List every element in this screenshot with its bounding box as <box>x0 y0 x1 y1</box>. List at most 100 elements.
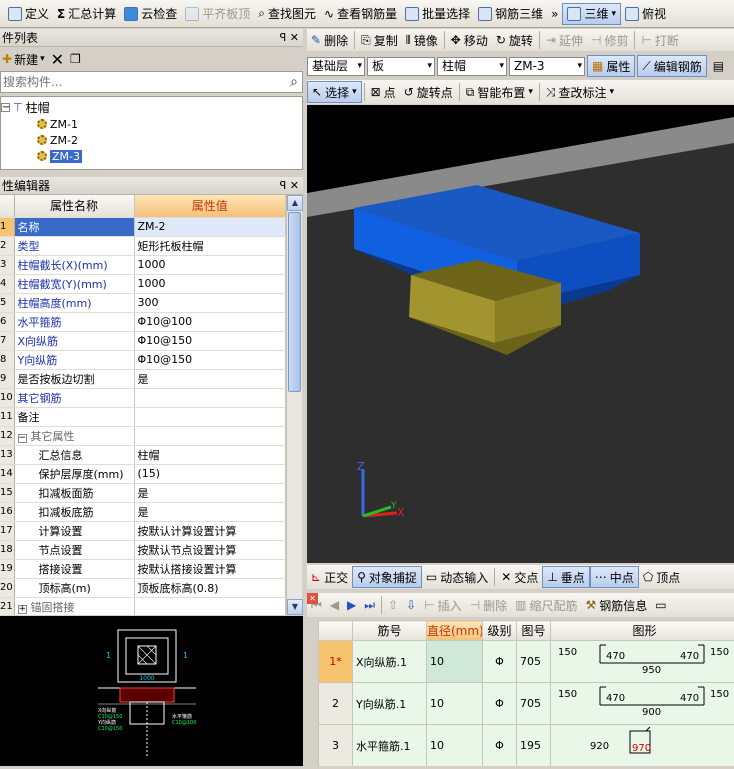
rebar-grade[interactable]: Φ <box>483 641 517 683</box>
scroll-thumb[interactable] <box>288 212 301 392</box>
flush-slab-top-button[interactable]: 平齐板顶 <box>181 3 254 25</box>
property-value[interactable]: 是 <box>134 483 286 502</box>
property-row[interactable]: 11备注 <box>0 407 286 426</box>
smart-layout-button[interactable]: ⧉智能布置▾ <box>462 81 537 103</box>
next-record-button[interactable]: ▶ <box>343 594 360 616</box>
property-value[interactable]: Φ10@100 <box>134 312 286 331</box>
rebar-shape[interactable]: 920970 <box>551 725 734 767</box>
intersection-snap-button[interactable]: ✕交点 <box>497 566 542 588</box>
rebar-diameter[interactable]: 10 <box>427 641 483 683</box>
property-value[interactable]: ZM-2 <box>134 217 286 236</box>
scroll-down-icon[interactable]: ▼ <box>287 599 303 615</box>
tree-item-zm1[interactable]: ZM-1 <box>37 116 78 132</box>
summary-calc-button[interactable]: Σ汇总计算 <box>53 3 120 25</box>
rebar-shape-code[interactable]: 705 <box>517 683 551 725</box>
property-value[interactable] <box>134 597 286 615</box>
rebar-shape[interactable]: 150470900470150 <box>551 683 734 725</box>
property-value[interactable]: Φ10@150 <box>134 331 286 350</box>
toolbar-more-button[interactable]: » <box>547 3 562 25</box>
property-row[interactable]: 15扣减板面筋是 <box>0 483 286 502</box>
rebar-bar-name[interactable]: Y向纵筋.1 <box>353 683 427 725</box>
scroll-up-icon[interactable]: ▲ <box>287 195 303 211</box>
property-row[interactable]: 14保护层厚度(mm)(15) <box>0 464 286 483</box>
property-row[interactable]: 19搭接设置按默认搭接设置计算 <box>0 559 286 578</box>
close-icon[interactable]: ✕ <box>290 179 299 192</box>
rebar-grade[interactable]: Φ <box>483 725 517 767</box>
tree-item-zm2[interactable]: ZM-2 <box>37 132 78 148</box>
property-value[interactable]: 是 <box>134 369 286 388</box>
move-up-button[interactable]: ⇧ <box>384 594 402 616</box>
new-button[interactable]: ✚新建▾ <box>2 51 45 68</box>
edit-rebar-button[interactable]: ⟋编辑钢筋 <box>637 55 706 77</box>
rebar-diameter[interactable]: 10 <box>427 725 483 767</box>
delete-row-button[interactable]: ⊣删除 <box>466 594 511 616</box>
dynamic-input-button[interactable]: ▭动态输入 <box>422 566 492 588</box>
vertex-snap-button[interactable]: ⬠顶点 <box>639 566 684 588</box>
ortho-button[interactable]: ⊾正交 <box>307 566 352 588</box>
floor-select[interactable]: 基础层 <box>307 57 365 76</box>
expand-toggle-icon[interactable]: + <box>18 605 27 614</box>
table-icon-button[interactable]: ▤ <box>709 55 728 77</box>
rebar-info-button[interactable]: ⚒钢筋信息 <box>582 594 652 616</box>
tree-root[interactable]: − ⊤ 柱帽 <box>1 99 50 115</box>
property-row[interactable]: 13汇总信息柱帽 <box>0 445 286 464</box>
property-row[interactable]: 4柱帽截宽(Y)(mm)1000 <box>0 274 286 293</box>
scale-rebar-button[interactable]: ▥缩尺配筋 <box>511 594 581 616</box>
property-value[interactable]: 按默认计算设置计算 <box>134 521 286 540</box>
batch-select-button[interactable]: 批量选择 <box>401 3 474 25</box>
cloud-check-button[interactable]: 云检查 <box>120 3 181 25</box>
break-button[interactable]: ⊢打断 <box>637 29 682 51</box>
property-row[interactable]: 16扣减板底筋是 <box>0 502 286 521</box>
property-value[interactable]: 1000 <box>134 255 286 274</box>
rebar-row[interactable]: 3水平箍筋.110Φ195920970 <box>319 725 734 767</box>
property-value[interactable] <box>134 407 286 426</box>
property-row[interactable]: 1名称ZM-2 <box>0 217 286 236</box>
property-row[interactable]: 6水平箍筋Φ10@100 <box>0 312 286 331</box>
property-row[interactable]: 17计算设置按默认计算设置计算 <box>0 521 286 540</box>
property-row[interactable]: 21+锚固搭接 <box>0 597 286 615</box>
rebar-grade[interactable]: Φ <box>483 683 517 725</box>
rebar-row[interactable]: 2Y向纵筋.110Φ705150470900470150 <box>319 683 734 725</box>
point-button[interactable]: ⊠点 <box>367 81 400 103</box>
property-row[interactable]: 2类型矩形托板柱帽 <box>0 236 286 255</box>
property-value[interactable] <box>134 388 286 407</box>
property-value[interactable]: 顶板底标高(0.8) <box>134 578 286 597</box>
perpendicular-snap-button[interactable]: ⊥垂点 <box>542 566 589 588</box>
property-value[interactable]: 300 <box>134 293 286 312</box>
search-input[interactable] <box>1 72 271 91</box>
extend-button[interactable]: ⇥延伸 <box>542 29 587 51</box>
property-value[interactable] <box>134 426 286 445</box>
object-snap-button[interactable]: ⚲对象捕捉 <box>352 566 422 588</box>
mirror-button[interactable]: ⫴镜像 <box>402 29 442 51</box>
define-button[interactable]: 定义 <box>4 3 53 25</box>
rebar-shape[interactable]: 150470950470150 <box>551 641 734 683</box>
move-down-button[interactable]: ⇩ <box>402 594 420 616</box>
property-value[interactable]: 是 <box>134 502 286 521</box>
property-row[interactable]: 12−其它属性 <box>0 426 286 445</box>
3d-viewport[interactable]: Z X Y <box>307 105 734 563</box>
select-button[interactable]: ↖选择▾ <box>307 81 362 103</box>
search-icon[interactable]: ⌕ <box>290 74 298 90</box>
find-element-button[interactable]: ⌕查找图元 <box>254 3 320 25</box>
rebar-bar-name[interactable]: X向纵筋.1 <box>353 641 427 683</box>
property-value[interactable]: 按默认搭接设置计算 <box>134 559 286 578</box>
property-value[interactable]: 柱帽 <box>134 445 286 464</box>
close-icon[interactable]: ✕ <box>307 593 318 604</box>
property-row[interactable]: 8Y向纵筋Φ10@150 <box>0 350 286 369</box>
last-record-button[interactable]: ⏭ <box>360 594 379 616</box>
rebar-extra-button[interactable]: ▭ <box>651 594 670 616</box>
property-value[interactable]: 矩形托板柱帽 <box>134 236 286 255</box>
property-value[interactable]: Φ10@150 <box>134 350 286 369</box>
close-icon[interactable]: ✕ <box>290 31 299 44</box>
property-value[interactable]: (15) <box>134 464 286 483</box>
property-scrollbar[interactable]: ▲ ▼ <box>286 195 302 615</box>
view-rebar-qty-button[interactable]: ∿查看钢筋量 <box>320 3 401 25</box>
move-button[interactable]: ✥移动 <box>447 29 492 51</box>
property-row[interactable]: 5柱帽高度(mm)300 <box>0 293 286 312</box>
property-row[interactable]: 20顶标高(m)顶板底标高(0.8) <box>0 578 286 597</box>
top-view-button[interactable]: 俯视 <box>621 3 670 25</box>
delete-icon[interactable]: ✕ <box>51 50 64 69</box>
copy-button[interactable]: ⎘复制 <box>357 29 402 51</box>
type-select[interactable]: 柱帽 <box>437 57 507 76</box>
tree-item-zm3[interactable]: ZM-3 <box>37 148 82 164</box>
